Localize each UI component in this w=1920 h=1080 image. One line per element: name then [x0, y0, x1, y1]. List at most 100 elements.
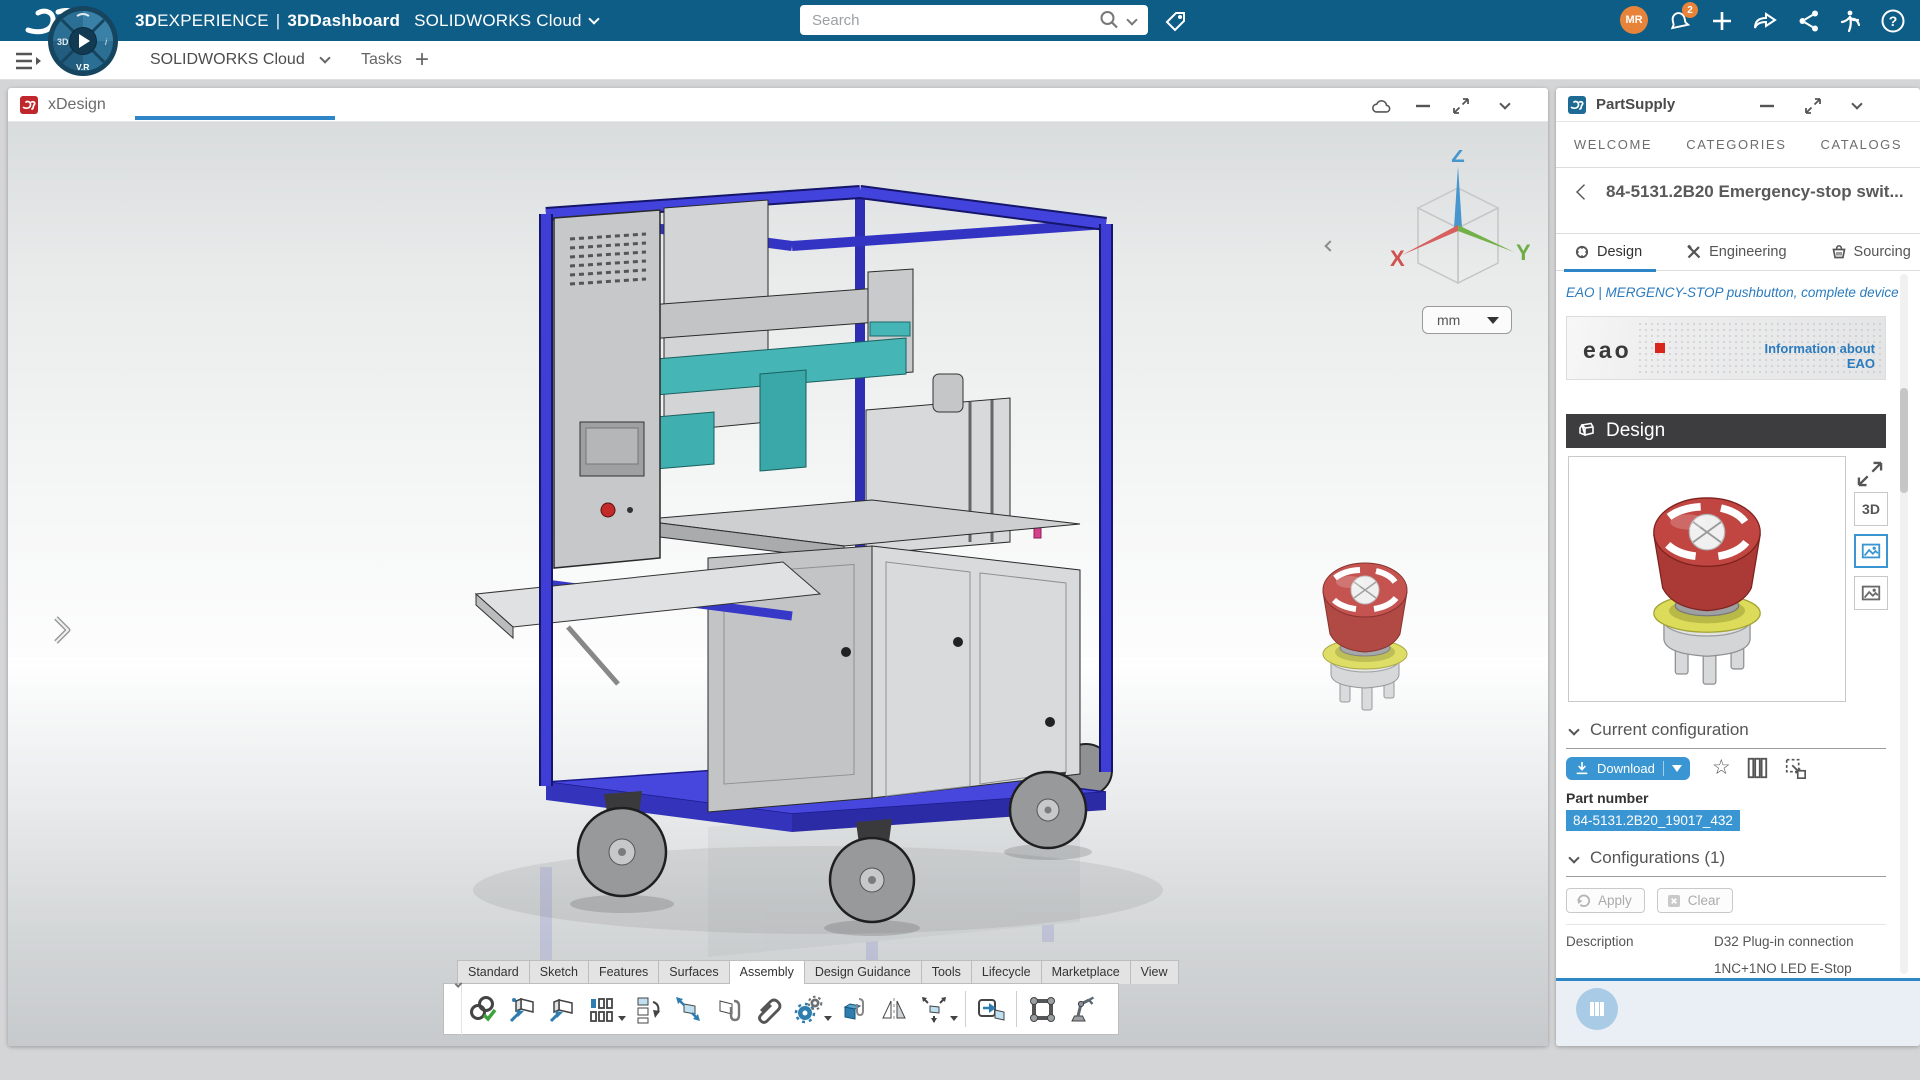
- chevron-down-icon[interactable]: [588, 12, 600, 25]
- component-icon[interactable]: [542, 987, 582, 1031]
- svg-text:?: ?: [1889, 13, 1898, 29]
- toolbar-tab-lifecycle[interactable]: Lifecycle: [970, 960, 1042, 984]
- axis-x-label: X: [1390, 246, 1405, 271]
- part-number-value[interactable]: 84-5131.2B20_19017_432: [1566, 810, 1740, 831]
- toolbar-tab-sketch[interactable]: Sketch: [528, 960, 589, 984]
- move-component-icon[interactable]: [668, 987, 708, 1031]
- apply-button[interactable]: Apply: [1566, 888, 1645, 913]
- eao-logo: eao: [1583, 337, 1632, 363]
- tab-tasks[interactable]: Tasks: [361, 41, 402, 79]
- toolbar-tab-view[interactable]: View: [1129, 960, 1179, 984]
- configurations-section[interactable]: Configurations (1): [1566, 848, 1886, 877]
- brand-dashboard: 3DDashboard: [287, 10, 401, 30]
- brand-title[interactable]: 3D EXPERIENCE | 3DDashboard SOLIDWORKS Cl…: [135, 0, 600, 41]
- toolbar-tab-features[interactable]: Features: [587, 960, 660, 984]
- toolbar-tab-marketplace[interactable]: Marketplace: [1040, 960, 1131, 984]
- insert-component-icon[interactable]: [502, 987, 542, 1031]
- part-number-label: Part number: [1566, 790, 1649, 806]
- current-configuration-section[interactable]: Current configuration: [1566, 720, 1886, 749]
- mechanism-gears-icon[interactable]: [788, 987, 828, 1031]
- toolbar-tab-tools[interactable]: Tools: [920, 960, 972, 984]
- 3ds-community-icon[interactable]: [1834, 0, 1868, 41]
- help-icon[interactable]: ?: [1876, 0, 1910, 41]
- maximize-icon[interactable]: [1450, 95, 1472, 117]
- preview-3d-button[interactable]: 3D: [1854, 492, 1888, 526]
- supplier-link[interactable]: EAO | MERGENCY-STOP pushbutton, complete…: [1566, 285, 1899, 300]
- table-view-toggle-button[interactable]: [1576, 988, 1618, 1030]
- minimize-icon[interactable]: [1412, 95, 1434, 117]
- download-button[interactable]: Download: [1566, 756, 1690, 780]
- partsupply-app-icon: [1568, 95, 1586, 114]
- clear-button[interactable]: Clear: [1656, 888, 1734, 913]
- toolbar-tab-surfaces[interactable]: Surfaces: [658, 960, 730, 984]
- window-menu-chevron-icon[interactable]: [1494, 95, 1516, 117]
- compare-icon[interactable]: [1783, 756, 1807, 780]
- share-forward-icon[interactable]: [1748, 0, 1782, 41]
- assembly-structure-icon[interactable]: [628, 987, 668, 1031]
- nav-tab-welcome[interactable]: WELCOME: [1574, 137, 1652, 152]
- nav-tab-catalogs[interactable]: CATALOGS: [1820, 137, 1902, 152]
- download-dropdown-arrow-icon: [1671, 764, 1682, 772]
- tab-design[interactable]: Design: [1574, 244, 1642, 260]
- avatar[interactable]: MR: [1620, 6, 1648, 34]
- units-dropdown[interactable]: mm: [1422, 306, 1512, 334]
- toolbar-collapse-chevron-icon[interactable]: [448, 980, 463, 1035]
- robot-icon[interactable]: [1062, 987, 1102, 1031]
- clear-x-icon: [1667, 894, 1680, 907]
- derive-component-icon[interactable]: [708, 987, 748, 1031]
- refresh-icon: [1577, 894, 1591, 907]
- search-icon[interactable]: [1098, 9, 1120, 31]
- search-input[interactable]: [800, 11, 1098, 29]
- favorite-star-icon[interactable]: ☆: [1712, 757, 1731, 778]
- nav-tab-categories[interactable]: CATEGORIES: [1686, 137, 1786, 152]
- tab-solidworks-cloud[interactable]: SOLIDWORKS Cloud: [150, 41, 331, 79]
- toolbar-icon-row: [443, 980, 1119, 1035]
- supplier-banner[interactable]: eao Information about EAO: [1566, 316, 1886, 380]
- collapse-triad-chevron-icon[interactable]: [1320, 234, 1342, 260]
- axis-y-label: Y: [1516, 240, 1530, 265]
- preview-image-button-selected[interactable]: [1854, 534, 1888, 568]
- axis-triad[interactable]: Z X Y: [1380, 150, 1530, 300]
- panel-menu-chevron-icon[interactable]: [1846, 95, 1868, 117]
- add-tab-button[interactable]: +: [415, 41, 429, 79]
- toolbar-tab-assembly[interactable]: Assembly: [728, 960, 805, 984]
- share-nodes-icon[interactable]: [1792, 0, 1826, 41]
- menu-toggle-icon[interactable]: [14, 51, 44, 71]
- add-content-icon[interactable]: [1706, 0, 1738, 41]
- active-detail-tab-underline: [1564, 269, 1656, 272]
- mate-icon[interactable]: [462, 987, 502, 1031]
- mirror-icon[interactable]: [874, 987, 914, 1031]
- search-scope-chevron-icon[interactable]: [1126, 14, 1138, 26]
- tab-engineering[interactable]: Engineering: [1686, 244, 1787, 260]
- panel-scrollbar[interactable]: [1900, 274, 1908, 974]
- tag-icon[interactable]: [1162, 8, 1188, 34]
- back-chevron-icon[interactable]: [1576, 184, 1592, 200]
- cloud-status-icon[interactable]: [1370, 95, 1392, 117]
- brand-separator: |: [275, 10, 281, 30]
- toolbar-tab-standard[interactable]: Standard: [457, 960, 530, 984]
- expand-left-panel-icon[interactable]: [48, 610, 76, 650]
- linear-pattern-icon[interactable]: [582, 987, 622, 1031]
- preview-image-button-2[interactable]: [1854, 576, 1888, 610]
- maximize-icon[interactable]: [1802, 95, 1824, 117]
- exploded-view-icon[interactable]: [914, 987, 954, 1031]
- minimize-icon[interactable]: [1756, 95, 1778, 117]
- 3dexperience-compass[interactable]: 3D i V.R: [46, 4, 120, 78]
- dragged-part-emergency-stop[interactable]: [1290, 542, 1440, 712]
- tab-chevron-icon[interactable]: [319, 52, 331, 64]
- scrollbar-thumb[interactable]: [1900, 388, 1908, 493]
- attach-paperclip-icon[interactable]: [748, 987, 788, 1031]
- fastener-icon[interactable]: [834, 987, 874, 1031]
- smart-insert-icon[interactable]: [971, 987, 1011, 1031]
- 3d-viewport[interactable]: Z X Y mm Standard Sketch Features Surfac…: [8, 122, 1548, 1046]
- frame-structure-icon[interactable]: [1022, 987, 1062, 1031]
- eao-logo-square: [1655, 343, 1665, 353]
- search-bar[interactable]: [800, 5, 1148, 35]
- banner-info-link[interactable]: Information about EAO: [1765, 341, 1876, 371]
- tab-sourcing[interactable]: Sourcing: [1831, 244, 1911, 260]
- part-cube-icon: [1579, 422, 1594, 437]
- columns-view-icon[interactable]: [1745, 756, 1769, 780]
- toolbar-tab-design-guidance[interactable]: Design Guidance: [803, 960, 922, 984]
- expand-preview-icon[interactable]: [1856, 460, 1884, 488]
- part-preview-image[interactable]: [1568, 456, 1846, 702]
